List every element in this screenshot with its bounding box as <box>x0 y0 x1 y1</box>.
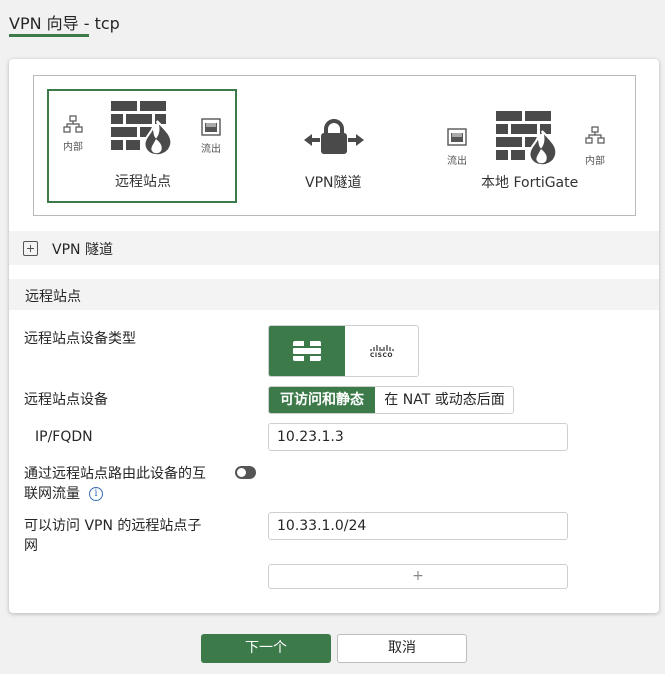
topology-diagram: 内部 流出 远程站点 VPN隧道 流出 内部 本地 FortiGate <box>33 75 636 216</box>
cisco-logo-text: CISCO <box>370 352 393 359</box>
remote-site-section-header: 远程站点 <box>9 279 659 310</box>
local-outgoing-port-icon <box>447 128 467 146</box>
device-type-label: 远程站点设备类型 <box>24 331 136 347</box>
fortinet-logo-icon <box>293 341 321 361</box>
device-mode-nat[interactable]: 在 NAT 或动态后面 <box>375 387 513 413</box>
outgoing-port-icon <box>201 118 221 136</box>
device-label: 远程站点设备 <box>24 392 108 408</box>
page-title: VPN 向导 - tcp <box>9 14 120 33</box>
vpn-tunnel-label: VPN隧道 <box>305 175 362 191</box>
local-firewall-icon <box>496 111 558 167</box>
remote-site-node[interactable]: 内部 流出 远程站点 <box>47 89 237 203</box>
remote-outgoing-label: 流出 <box>201 144 221 155</box>
title-underline <box>9 34 89 37</box>
firewall-icon <box>111 101 173 157</box>
cancel-button[interactable]: 取消 <box>337 634 467 663</box>
route-traffic-label-line2: 联网流量 <box>24 486 80 502</box>
remote-site-section-label: 远程站点 <box>25 289 81 305</box>
remote-subnet-label-line2: 网 <box>24 538 38 554</box>
device-mode-selector: 可访问和静态 在 NAT 或动态后面 <box>268 386 514 414</box>
vpn-lock-icon <box>304 119 364 154</box>
device-mode-static[interactable]: 可访问和静态 <box>269 387 375 413</box>
info-icon[interactable]: i <box>89 487 103 501</box>
remote-subnet-label-line1: 可以访问 VPN 的远程站点子 <box>24 518 202 534</box>
local-internal-label: 内部 <box>585 156 605 167</box>
local-internal-network-icon <box>585 126 605 144</box>
device-type-fortinet[interactable] <box>269 326 345 376</box>
ipfqdn-label: IP/FQDN <box>35 429 93 445</box>
next-button[interactable]: 下一个 <box>201 634 331 663</box>
device-type-selector: CISCO <box>268 325 419 377</box>
remote-site-label: 远程站点 <box>115 174 171 190</box>
internal-network-icon <box>63 115 83 133</box>
vpn-tunnel-section-label: VPN 隧道 <box>52 242 113 258</box>
remote-subnet-input[interactable]: 10.33.1.0/24 <box>268 512 568 540</box>
vpn-tunnel-section[interactable]: VPN 隧道 <box>9 231 659 265</box>
device-type-cisco[interactable]: CISCO <box>345 326 418 376</box>
wizard-card: 内部 流出 远程站点 VPN隧道 流出 内部 本地 FortiGate VPN … <box>9 59 659 613</box>
route-traffic-label-line1: 通过远程站点路由此设备的互 <box>24 466 206 482</box>
remote-internal-label: 内部 <box>63 142 83 153</box>
ipfqdn-input[interactable]: 10.23.1.3 <box>268 423 568 451</box>
add-subnet-button[interactable]: + <box>268 564 568 589</box>
route-traffic-toggle[interactable] <box>235 466 256 479</box>
local-fortigate-label: 本地 FortiGate <box>481 175 579 191</box>
local-outgoing-label: 流出 <box>447 156 467 167</box>
expand-plus-icon[interactable] <box>23 241 38 256</box>
